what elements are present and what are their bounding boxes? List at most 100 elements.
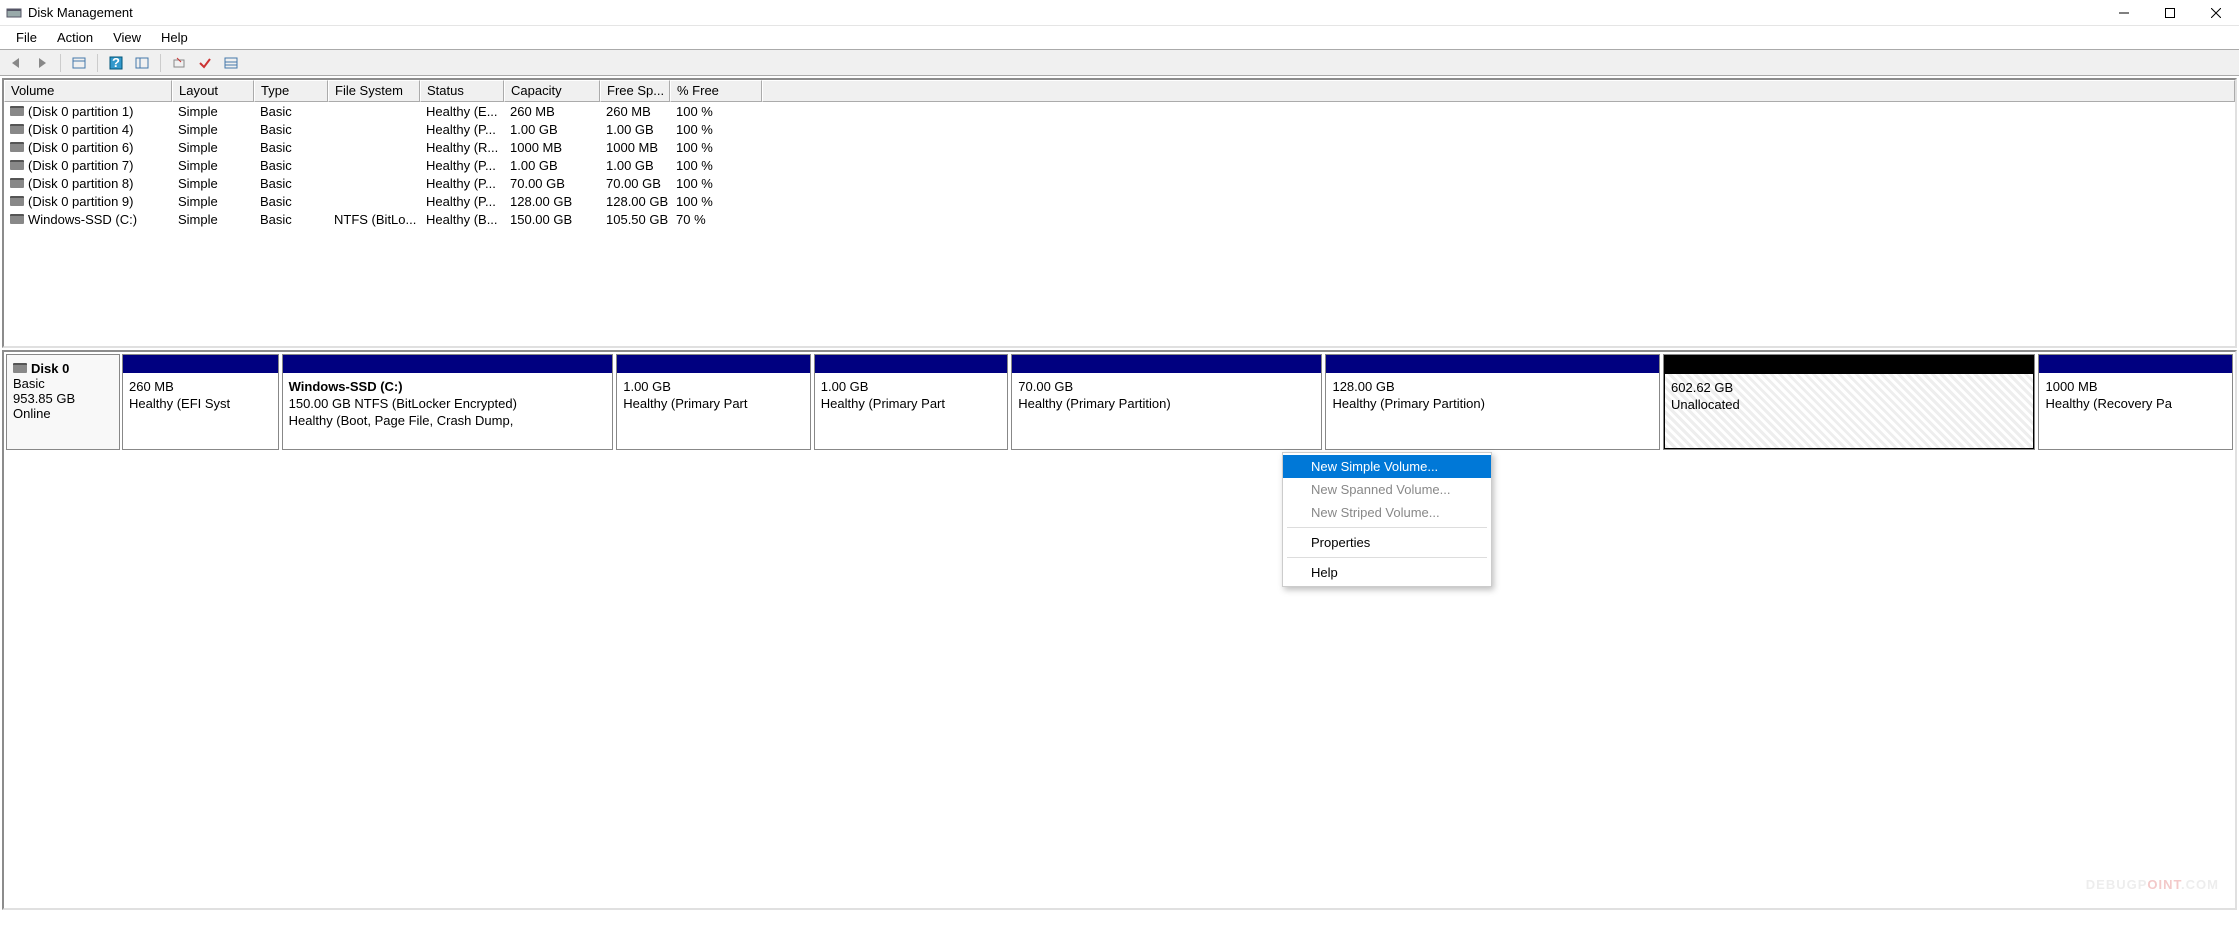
menu-action[interactable]: Action [47,28,103,47]
volume-row[interactable]: (Disk 0 partition 7)SimpleBasicHealthy (… [4,156,2235,174]
partition-block[interactable]: 1.00 GBHealthy (Primary Part [814,354,1009,450]
volume-capacity: 128.00 GB [504,194,600,209]
volume-row[interactable]: (Disk 0 partition 9)SimpleBasicHealthy (… [4,192,2235,210]
drive-icon [10,160,24,170]
partition-size: 602.62 GB [1671,380,2027,397]
partition-size: 1000 MB [2045,379,2226,396]
col-pctfree[interactable]: % Free [670,80,762,102]
disk-icon [13,363,27,373]
volume-row[interactable]: (Disk 0 partition 8)SimpleBasicHealthy (… [4,174,2235,192]
disk-graphical-pane: Disk 0 Basic 953.85 GB Online 260 MBHeal… [2,350,2237,910]
partition-block[interactable]: 260 MBHealthy (EFI Syst [122,354,279,450]
partition-status: Healthy (Primary Partition) [1018,396,1315,413]
back-button[interactable] [4,52,28,74]
partition-header-bar [1326,355,1659,373]
volume-free: 105.50 GB [600,212,670,227]
partition-body: 70.00 GBHealthy (Primary Partition) [1012,373,1321,449]
col-type[interactable]: Type [254,80,328,102]
context-menu: New Simple Volume... New Spanned Volume.… [1282,452,1492,587]
ctx-properties[interactable]: Properties [1283,531,1491,554]
volume-list-body[interactable]: (Disk 0 partition 1)SimpleBasicHealthy (… [4,102,2235,228]
drive-icon [10,142,24,152]
volume-name: (Disk 0 partition 9) [28,194,133,209]
col-status[interactable]: Status [420,80,504,102]
ctx-separator [1287,557,1487,558]
ctx-new-simple-volume[interactable]: New Simple Volume... [1283,455,1491,478]
volume-free: 70.00 GB [600,176,670,191]
volume-pct: 100 % [670,122,762,137]
toolbar-separator [60,54,61,72]
col-capacity[interactable]: Capacity [504,80,600,102]
menu-help[interactable]: Help [151,28,198,47]
drive-icon [10,214,24,224]
partition-size: 128.00 GB [1332,379,1653,396]
partition-unallocated[interactable]: 602.62 GBUnallocated [1663,354,2035,450]
volume-layout: Simple [172,158,254,173]
forward-button[interactable] [30,52,54,74]
volume-pct: 100 % [670,140,762,155]
ctx-help[interactable]: Help [1283,561,1491,584]
col-layout[interactable]: Layout [172,80,254,102]
partition-body: 602.62 GBUnallocated [1663,372,2035,450]
col-volume[interactable]: Volume [4,80,172,102]
checkmark-icon[interactable] [193,52,217,74]
partition-header-bar [283,355,613,373]
volume-type: Basic [254,140,328,155]
volume-status: Healthy (P... [420,176,504,191]
drive-icon [10,178,24,188]
menu-bar: File Action View Help [0,26,2239,50]
volume-name: (Disk 0 partition 7) [28,158,133,173]
partition-size: 1.00 GB [623,379,804,396]
help-icon[interactable]: ? [104,52,128,74]
toolbar-separator [160,54,161,72]
list-icon[interactable] [219,52,243,74]
partition-size: 150.00 GB NTFS (BitLocker Encrypted) [289,396,607,413]
partition-body: 1.00 GBHealthy (Primary Part [617,373,810,449]
col-spacer [762,80,2235,102]
partition-block[interactable]: 1000 MBHealthy (Recovery Pa [2038,354,2233,450]
partition-title: Windows-SSD (C:) [289,379,607,396]
volume-capacity: 1000 MB [504,140,600,155]
volume-status: Healthy (B... [420,212,504,227]
volume-layout: Simple [172,140,254,155]
refresh-button[interactable] [167,52,191,74]
minimize-button[interactable] [2101,0,2147,26]
volume-free: 1000 MB [600,140,670,155]
partition-status: Healthy (Boot, Page File, Crash Dump, [289,413,607,430]
partition-status: Healthy (Primary Part [623,396,804,413]
drive-icon [10,124,24,134]
volume-row[interactable]: (Disk 0 partition 4)SimpleBasicHealthy (… [4,120,2235,138]
volume-row[interactable]: (Disk 0 partition 6)SimpleBasicHealthy (… [4,138,2235,156]
disk-info-box[interactable]: Disk 0 Basic 953.85 GB Online [6,354,120,450]
maximize-button[interactable] [2147,0,2193,26]
title-bar: Disk Management [0,0,2239,26]
partition-status: Healthy (Primary Part [821,396,1002,413]
menu-view[interactable]: View [103,28,151,47]
menu-file[interactable]: File [6,28,47,47]
partition-block[interactable]: 1.00 GBHealthy (Primary Part [616,354,811,450]
volume-free: 260 MB [600,104,670,119]
col-filesystem[interactable]: File System [328,80,420,102]
volume-layout: Simple [172,122,254,137]
drive-icon [10,196,24,206]
partition-header-bar [1664,355,2034,373]
volume-name: (Disk 0 partition 1) [28,104,133,119]
volume-type: Basic [254,176,328,191]
volume-row[interactable]: Windows-SSD (C:)SimpleBasicNTFS (BitLo..… [4,210,2235,228]
svg-text:?: ? [112,56,120,70]
col-freespace[interactable]: Free Sp... [600,80,670,102]
show-tree-button[interactable] [67,52,91,74]
partition-block[interactable]: Windows-SSD (C:)150.00 GB NTFS (BitLocke… [282,354,614,450]
ctx-separator [1287,527,1487,528]
partition-size: 1.00 GB [821,379,1002,396]
partition-status: Healthy (EFI Syst [129,396,272,413]
view-settings-button[interactable] [130,52,154,74]
toolbar-separator [97,54,98,72]
volume-status: Healthy (R... [420,140,504,155]
partition-block[interactable]: 70.00 GBHealthy (Primary Partition) [1011,354,1322,450]
partition-block[interactable]: 128.00 GBHealthy (Primary Partition) [1325,354,1660,450]
close-button[interactable] [2193,0,2239,26]
volume-pct: 70 % [670,212,762,227]
partition-header-bar [617,355,810,373]
volume-row[interactable]: (Disk 0 partition 1)SimpleBasicHealthy (… [4,102,2235,120]
